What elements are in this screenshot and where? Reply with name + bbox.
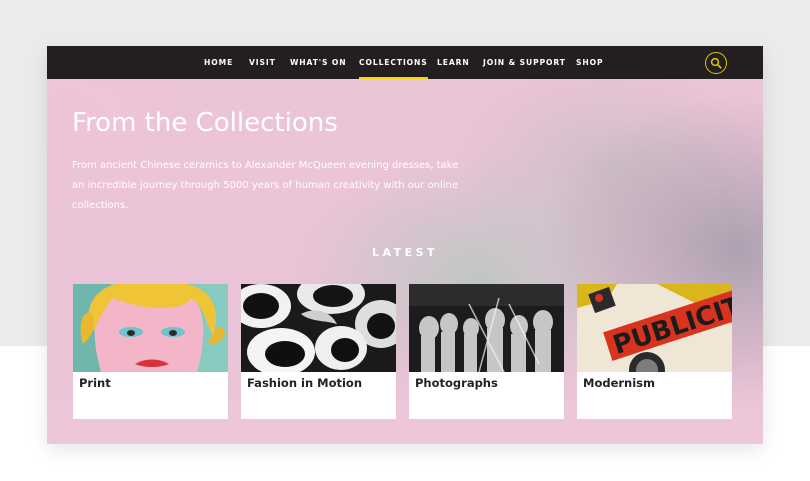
photographs-thumbnail (409, 284, 564, 372)
collection-card-photographs[interactable]: Photographs (409, 284, 564, 419)
nav-menu: HOME VISIT WHAT'S ON COLLECTIONS LEARN J… (47, 46, 763, 79)
museum-page-frame: HOME VISIT WHAT'S ON COLLECTIONS LEARN J… (47, 46, 763, 444)
card-label: Photographs (415, 376, 498, 390)
search-button[interactable] (705, 52, 727, 74)
search-icon (710, 57, 722, 69)
card-label: Modernism (583, 376, 656, 390)
latest-heading: LATEST (371, 246, 439, 259)
collection-card-fashion-in-motion[interactable]: Fashion in Motion (241, 284, 396, 419)
nav-item-join-support[interactable]: JOIN & SUPPORT (483, 46, 566, 79)
nav-item-collections[interactable]: COLLECTIONS (359, 46, 428, 79)
nav-item-whats-on[interactable]: WHAT'S ON (290, 46, 347, 79)
nav-item-home[interactable]: HOME (204, 46, 233, 79)
top-navigation: HOME VISIT WHAT'S ON COLLECTIONS LEARN J… (47, 46, 763, 79)
hero-section: From the Collections From ancient Chines… (47, 79, 763, 444)
nav-item-visit[interactable]: VISIT (249, 46, 276, 79)
card-label: Print (79, 376, 111, 390)
page-title: From the Collections (72, 108, 338, 138)
fashion-thumbnail (241, 284, 396, 372)
collection-card-modernism[interactable]: PUBLICIT Modernism (577, 284, 732, 419)
hero-description: From ancient Chinese ceramics to Alexand… (72, 160, 459, 211)
card-label: Fashion in Motion (247, 376, 363, 390)
print-thumbnail (73, 284, 228, 372)
collection-card-print[interactable]: Print (73, 284, 228, 419)
nav-item-learn[interactable]: LEARN (437, 46, 470, 79)
modernism-thumbnail: PUBLICIT (577, 284, 732, 372)
nav-item-shop[interactable]: SHOP (576, 46, 603, 79)
